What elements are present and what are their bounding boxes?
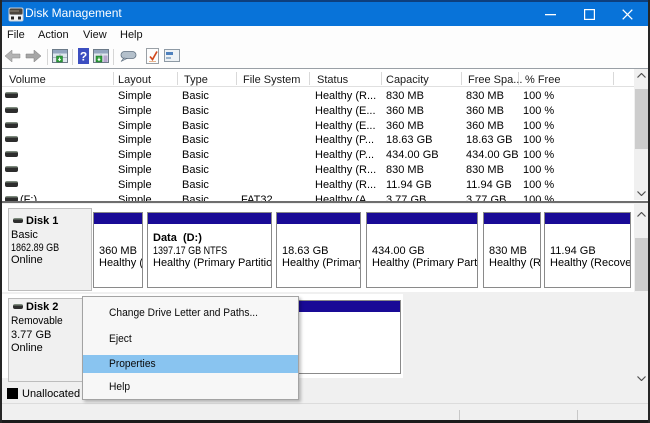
svg-text:?: ? bbox=[80, 50, 87, 64]
